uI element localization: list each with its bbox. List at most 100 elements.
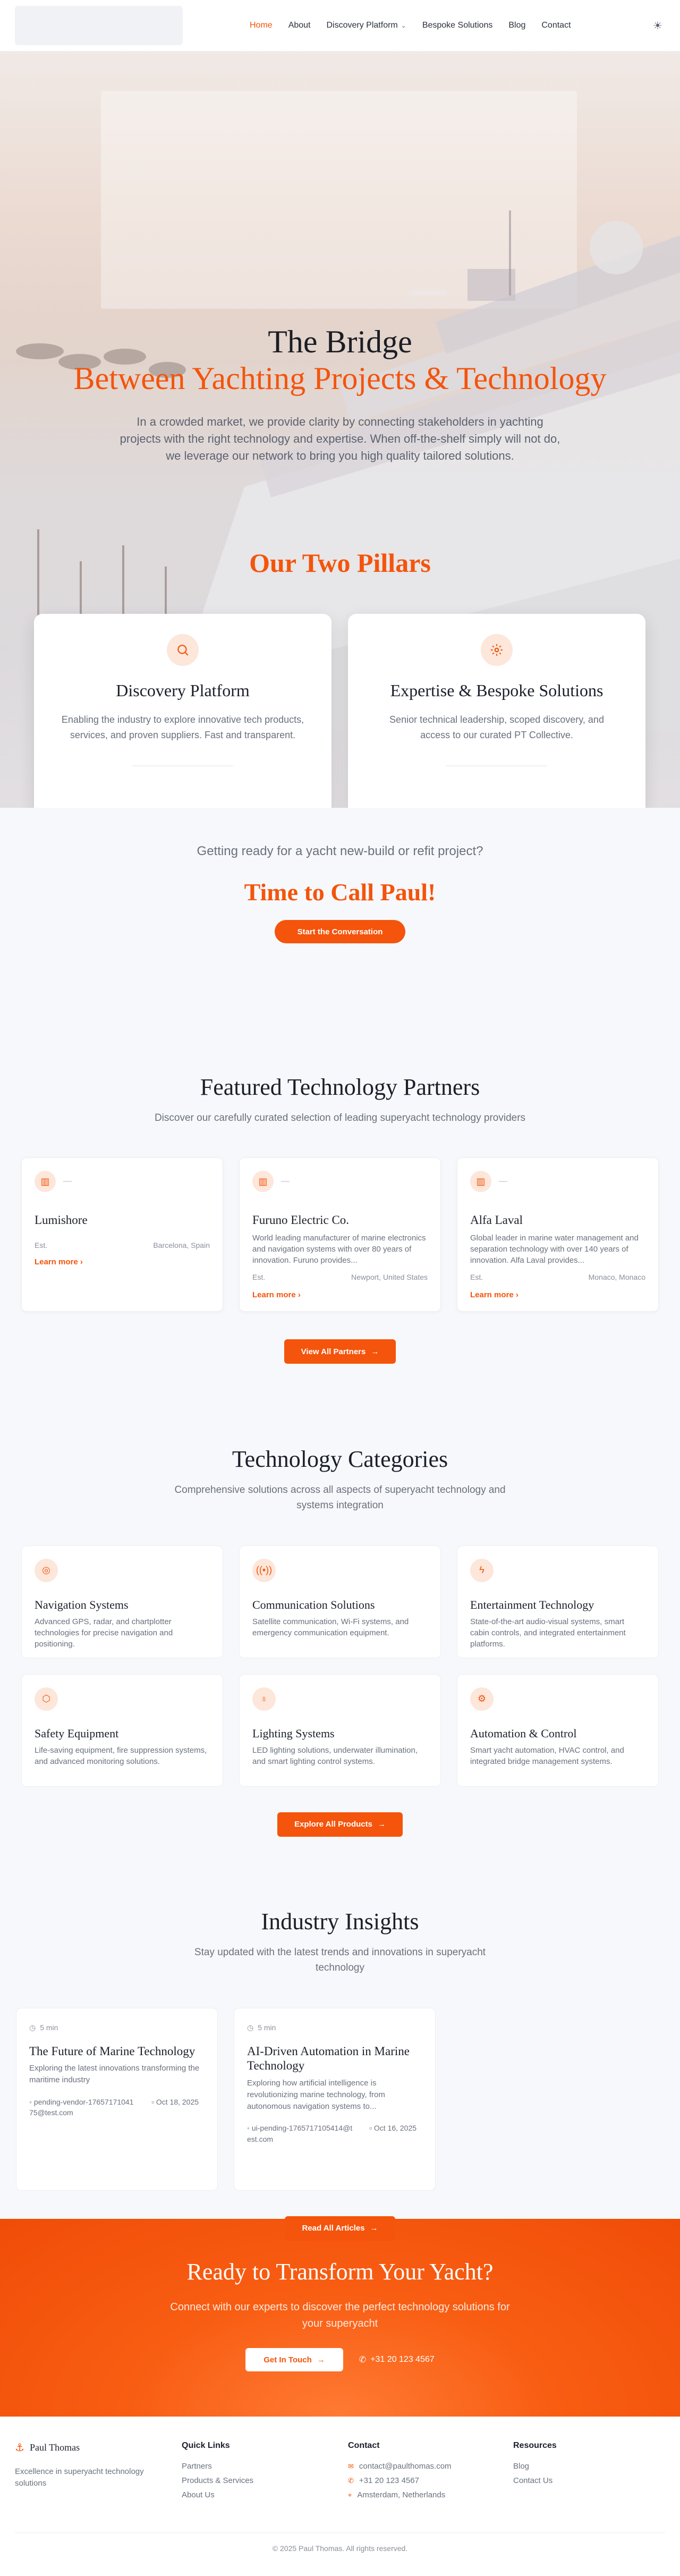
nav-about[interactable]: About bbox=[288, 21, 311, 30]
category-card[interactable]: ◎ Navigation Systems Advanced GPS, radar… bbox=[21, 1545, 223, 1658]
user-icon: ◦ bbox=[29, 2097, 34, 2106]
category-card[interactable]: ⚙ Automation & Control Smart yacht autom… bbox=[457, 1674, 659, 1787]
call-paul-question: Getting ready for a yacht new-build or r… bbox=[197, 844, 483, 858]
nav-discovery-label: Discovery Platform bbox=[326, 21, 398, 30]
footer-link-products[interactable]: Products & Services bbox=[182, 2473, 253, 2488]
explore-products-button[interactable]: Explore All Products → bbox=[277, 1812, 403, 1837]
pillar-description: Senior technical leadership, scoped disc… bbox=[389, 714, 604, 740]
nav-bespoke-solutions[interactable]: Bespoke Solutions bbox=[422, 21, 493, 30]
partner-meta: Est. Monaco, Monaco bbox=[470, 1273, 645, 1281]
footer-brand[interactable]: ⚓ Paul Thomas bbox=[15, 2441, 174, 2454]
lightning-icon: ϟ bbox=[470, 1558, 494, 1582]
article-card[interactable]: ◷ 5 min The Future of Marine Technology E… bbox=[16, 2007, 218, 2191]
partner-name: Furuno Electric Co. bbox=[252, 1213, 350, 1227]
article-author: ◦ ui-pending-1765717105414@test.com bbox=[247, 2123, 353, 2144]
footer-resources-title: Resources bbox=[513, 2441, 557, 2450]
footer-email[interactable]: ✉ contact@paulthomas.com bbox=[348, 2459, 452, 2473]
arrow-right-icon: → bbox=[317, 2355, 325, 2364]
sun-icon[interactable]: ☀ bbox=[650, 18, 665, 33]
footer-tagline: Excellence in superyacht technology solu… bbox=[15, 2467, 144, 2488]
pillars-heading: Our Two Pillars bbox=[249, 548, 431, 578]
insights-heading: Industry Insights bbox=[261, 1908, 419, 1935]
call-paul-heading: Time to Call Paul! bbox=[244, 879, 436, 906]
building-icon: ▥ bbox=[252, 1171, 274, 1193]
learn-more-label: Learn more bbox=[252, 1290, 296, 1300]
learn-more-link[interactable]: Learn more › bbox=[35, 1257, 83, 1266]
read-time: ◷ 5 min bbox=[247, 2023, 422, 2032]
category-card[interactable]: ♁ Lighting Systems LED lighting solution… bbox=[239, 1674, 441, 1787]
category-name: Lighting Systems bbox=[252, 1726, 335, 1740]
footer-link-contact[interactable]: Contact Us bbox=[513, 2473, 557, 2488]
gear-icon: ⚙ bbox=[470, 1687, 494, 1711]
signal-icon: ((•)) bbox=[252, 1558, 276, 1582]
partner-name: Lumishore bbox=[35, 1213, 88, 1227]
pillar-card-expertise[interactable]: Expertise & Bespoke Solutions Senior tec… bbox=[348, 614, 645, 808]
nav-home[interactable]: Home bbox=[250, 21, 273, 30]
category-description: Satellite communication, Wi-Fi systems, … bbox=[252, 1617, 409, 1637]
category-card[interactable]: ⬡ Safety Equipment Life-saving equipment… bbox=[21, 1674, 223, 1787]
footer-brand-column: ⚓ Paul Thomas Excellence in superyacht te… bbox=[15, 2441, 174, 2489]
nav-discovery-platform[interactable]: Discovery Platform ⌄ bbox=[327, 21, 406, 30]
top-navigation: Home About Discovery Platform ⌄ Bespoke … bbox=[0, 0, 680, 51]
partner-est: Est. bbox=[35, 1241, 48, 1250]
location-icon: ⌖ bbox=[348, 2490, 352, 2499]
clock-icon: ◷ bbox=[247, 2023, 254, 2032]
view-all-partners-label: View All Partners bbox=[301, 1347, 366, 1356]
learn-more-link[interactable]: Learn more › bbox=[470, 1290, 518, 1299]
footer-address-text: Amsterdam, Netherlands bbox=[357, 2490, 446, 2499]
footer-link-blog[interactable]: Blog bbox=[513, 2459, 557, 2473]
article-date-text: Oct 18, 2025 bbox=[156, 2097, 199, 2106]
footer-phone[interactable]: ✆ +31 20 123 4567 bbox=[348, 2473, 452, 2488]
read-all-articles-label: Read All Articles bbox=[302, 2224, 365, 2233]
partners-section: Featured Technology Partners Discover ou… bbox=[0, 1010, 680, 1382]
phone-link[interactable]: ✆ +31 20 123 4567 bbox=[359, 2354, 435, 2365]
partner-est: Est. bbox=[252, 1273, 266, 1282]
get-in-touch-button[interactable]: Get In Touch → bbox=[245, 2348, 343, 2371]
partner-card[interactable]: ▥ Alfa Laval Global leader in marine wat… bbox=[457, 1158, 659, 1312]
footer-quick-links: Quick Links Partners Products & Services… bbox=[182, 2441, 253, 2502]
article-author: ◦ pending-vendor-1765717104175@test.com bbox=[29, 2097, 135, 2118]
category-description: Smart yacht automation, HVAC control, an… bbox=[470, 1745, 624, 1766]
article-date: ▫ Oct 16, 2025 bbox=[369, 2123, 422, 2144]
nav-blog[interactable]: Blog bbox=[508, 21, 525, 30]
chevron-right-icon: › bbox=[515, 1290, 518, 1300]
article-description: Exploring how artificial intelligence is… bbox=[247, 2079, 385, 2111]
start-conversation-button[interactable]: Start the Conversation bbox=[275, 920, 405, 943]
article-card[interactable]: ◷ 5 min AI-Driven Automation in Marine Te… bbox=[234, 2007, 436, 2191]
article-title: The Future of Marine Technology bbox=[29, 2044, 196, 2058]
compass-icon: ◎ bbox=[35, 1558, 58, 1582]
article-footer: ◦ pending-vendor-1765717104175@test.com … bbox=[29, 2097, 205, 2118]
nav-contact[interactable]: Contact bbox=[541, 21, 571, 30]
call-paul-section: Getting ready for a yacht new-build or r… bbox=[0, 808, 680, 1010]
logo-placeholder[interactable] bbox=[15, 6, 183, 45]
partner-location: Barcelona, Spain bbox=[153, 1241, 210, 1250]
read-time-label: 5 min bbox=[40, 2023, 58, 2032]
read-time-label: 5 min bbox=[258, 2023, 276, 2032]
category-card[interactable]: ((•)) Communication Solutions Satellite … bbox=[239, 1545, 441, 1658]
partners-subtitle: Discover our carefully curated selection… bbox=[154, 1112, 526, 1124]
partner-description: Global leader in marine water management… bbox=[470, 1234, 639, 1265]
read-all-articles-button[interactable]: Read All Articles → bbox=[285, 2216, 395, 2241]
partner-card[interactable]: ▥ Lumishore Est. Barcelona, Spain Learn m… bbox=[21, 1158, 223, 1312]
partners-heading: Featured Technology Partners bbox=[200, 1074, 480, 1100]
category-card[interactable]: ϟ Entertainment Technology State-of-the-… bbox=[457, 1545, 659, 1658]
categories-subtitle: Comprehensive solutions across all aspec… bbox=[174, 1484, 506, 1511]
chevron-right-icon: › bbox=[80, 1257, 83, 1267]
view-all-partners-button[interactable]: View All Partners → bbox=[284, 1339, 396, 1364]
categories-grid: ◎ Navigation Systems Advanced GPS, radar… bbox=[0, 1545, 680, 1787]
partner-card[interactable]: ▥ Furuno Electric Co. World leading manu… bbox=[239, 1158, 441, 1312]
chevron-right-icon: › bbox=[298, 1290, 301, 1300]
footer-link-partners[interactable]: Partners bbox=[182, 2459, 253, 2473]
arrow-right-icon: → bbox=[370, 2224, 378, 2233]
footer-link-about[interactable]: About Us bbox=[182, 2488, 253, 2502]
logo-placeholder bbox=[499, 1181, 507, 1183]
article-description: Exploring the latest innovations transfo… bbox=[29, 2064, 200, 2085]
category-name: Entertainment Technology bbox=[470, 1598, 594, 1611]
nav-links: Home About Discovery Platform ⌄ Bespoke … bbox=[250, 0, 571, 51]
category-name: Automation & Control bbox=[470, 1726, 577, 1740]
partner-name: Alfa Laval bbox=[470, 1213, 523, 1227]
category-description: Life-saving equipment, fire suppression … bbox=[35, 1745, 207, 1766]
pillar-card-discovery[interactable]: Discovery Platform Enabling the industry… bbox=[34, 614, 332, 808]
learn-more-link[interactable]: Learn more › bbox=[252, 1290, 301, 1299]
insights-section: Industry Insights Stay updated with the … bbox=[0, 1860, 680, 2241]
